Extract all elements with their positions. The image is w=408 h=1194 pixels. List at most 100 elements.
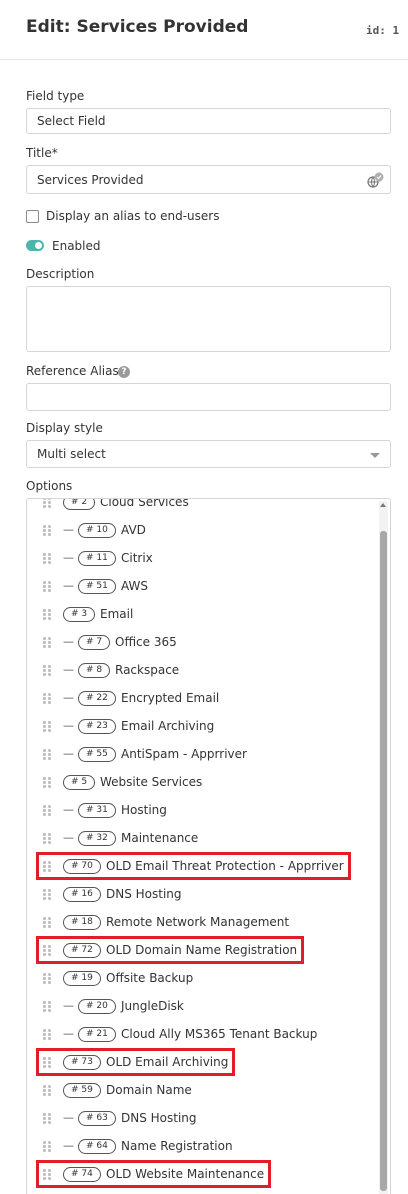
drag-handle-icon[interactable]	[43, 749, 53, 760]
option-label: Website Services	[100, 775, 203, 789]
options-list[interactable]: # 2 Cloud Services — # 10 AVD — # 11 Citrix — # 5…	[26, 498, 391, 1194]
drag-handle-icon[interactable]	[43, 721, 53, 732]
option-item[interactable]: # 73 OLD Email Archiving	[27, 1048, 379, 1076]
drag-handle-icon[interactable]	[43, 1085, 53, 1096]
option-item[interactable]: # 16 DNS Hosting	[27, 880, 379, 908]
drag-handle-icon[interactable]	[43, 609, 53, 620]
drag-handle-icon[interactable]	[43, 665, 53, 676]
option-id-badge: # 51	[78, 579, 116, 594]
option-label: Citrix	[121, 551, 153, 565]
option-item[interactable]: — # 22 Encrypted Email	[27, 684, 379, 712]
drag-handle-icon[interactable]	[43, 1029, 53, 1040]
field-type-input[interactable]: Select Field	[26, 108, 391, 134]
scrollbar-thumb[interactable]	[380, 531, 387, 1191]
drag-handle-icon[interactable]	[43, 499, 53, 508]
description-textarea[interactable]	[26, 286, 391, 352]
option-label: AVD	[121, 523, 146, 537]
option-item[interactable]: # 5 Website Services	[27, 768, 379, 796]
title-input[interactable]: Services Provided	[26, 165, 391, 194]
translate-globe-icon[interactable]	[366, 171, 384, 189]
option-item[interactable]: — # 8 Rackspace	[27, 656, 379, 684]
option-item[interactable]: # 74 OLD Website Maintenance	[27, 1160, 379, 1188]
option-item[interactable]: # 72 OLD Domain Name Registration	[27, 936, 379, 964]
option-item[interactable]: # 18 Remote Network Management	[27, 908, 379, 936]
option-item[interactable]: — # 20 JungleDisk	[27, 992, 379, 1020]
child-indent-dash: —	[63, 579, 74, 592]
option-label: DNS Hosting	[106, 887, 182, 901]
option-item[interactable]: — # 7 Office 365	[27, 628, 379, 656]
option-item[interactable]: # 3 Email	[27, 600, 379, 628]
option-item[interactable]: — # 51 AWS	[27, 572, 379, 600]
display-style-select[interactable]: Multi select	[26, 440, 391, 468]
scroll-up-arrow-icon[interactable]	[380, 503, 386, 507]
reference-alias-label: Reference Alias	[26, 364, 119, 378]
highlight-frame	[36, 936, 304, 964]
option-item[interactable]: — # 63 DNS Hosting	[27, 1104, 379, 1132]
option-item[interactable]: — # 55 AntiSpam - Apprriver	[27, 740, 379, 768]
title-value: Services Provided	[37, 172, 144, 187]
drag-handle-icon[interactable]	[43, 581, 53, 592]
alias-label: Display an alias to end-users	[46, 209, 220, 223]
option-id-badge: # 8	[78, 663, 111, 678]
drag-handle-icon[interactable]	[43, 973, 53, 984]
option-label: Cloud Ally MS365 Tenant Backup	[121, 1027, 318, 1041]
option-label: Domain Name	[106, 1083, 192, 1097]
drag-handle-icon[interactable]	[43, 525, 53, 536]
child-indent-dash: —	[63, 1027, 74, 1040]
child-indent-dash: —	[63, 1111, 74, 1124]
option-label: Cloud Services	[100, 498, 189, 509]
drag-handle-icon[interactable]	[43, 1113, 53, 1124]
drag-handle-icon[interactable]	[43, 693, 53, 704]
chevron-down-icon	[370, 453, 380, 458]
option-item[interactable]: — # 32 Maintenance	[27, 824, 379, 852]
option-item[interactable]: — # 31 Hosting	[27, 796, 379, 824]
child-indent-dash: —	[63, 803, 74, 816]
child-indent-dash: —	[63, 523, 74, 536]
option-id-badge: # 32	[78, 831, 116, 846]
option-label: AntiSpam - Apprriver	[121, 747, 247, 761]
page-header: Edit: Services Provided id: 1	[0, 0, 408, 60]
enabled-label: Enabled	[52, 239, 101, 253]
option-id-badge: # 23	[78, 719, 116, 734]
option-id-badge: # 59	[63, 1083, 101, 1098]
child-indent-dash: —	[63, 691, 74, 704]
option-id-badge: # 55	[78, 747, 116, 762]
option-item[interactable]: — # 64 Name Registration	[27, 1132, 379, 1160]
description-label: Description	[26, 267, 95, 281]
child-indent-dash: —	[63, 719, 74, 732]
drag-handle-icon[interactable]	[43, 1141, 53, 1152]
drag-handle-icon[interactable]	[43, 833, 53, 844]
option-item[interactable]: # 2 Cloud Services	[27, 498, 379, 516]
option-label: Encrypted Email	[121, 691, 220, 705]
enabled-toggle[interactable]	[26, 240, 44, 251]
child-indent-dash: —	[63, 1139, 74, 1152]
page-title: Edit: Services Provided	[26, 17, 249, 37]
option-label: Maintenance	[121, 831, 199, 845]
drag-handle-icon[interactable]	[43, 637, 53, 648]
option-item[interactable]: — # 23 Email Archiving	[27, 712, 379, 740]
option-label: Offsite Backup	[106, 971, 194, 985]
option-item[interactable]: # 19 Offsite Backup	[27, 964, 379, 992]
child-indent-dash: —	[63, 635, 74, 648]
option-item[interactable]: # 70 OLD Email Threat Protection - Apprri…	[27, 852, 379, 880]
child-indent-dash: —	[63, 663, 74, 676]
option-item[interactable]: — # 21 Cloud Ally MS365 Tenant Backup	[27, 1020, 379, 1048]
option-label: Remote Network Management	[106, 915, 290, 929]
option-id-badge: # 21	[78, 1027, 116, 1042]
drag-handle-icon[interactable]	[43, 553, 53, 564]
drag-handle-icon[interactable]	[43, 917, 53, 928]
option-label: JungleDisk	[121, 999, 184, 1013]
alias-checkbox[interactable]	[26, 210, 39, 223]
reference-alias-input[interactable]	[26, 383, 391, 411]
option-item[interactable]: — # 11 Citrix	[27, 544, 379, 572]
drag-handle-icon[interactable]	[43, 805, 53, 816]
option-id-badge: # 31	[78, 803, 116, 818]
drag-handle-icon[interactable]	[43, 1001, 53, 1012]
drag-handle-icon[interactable]	[43, 777, 53, 788]
option-item[interactable]: — # 10 AVD	[27, 516, 379, 544]
scrollbar[interactable]	[379, 501, 388, 1194]
drag-handle-icon[interactable]	[43, 889, 53, 900]
help-icon[interactable]: ?	[118, 366, 130, 378]
option-item[interactable]: # 59 Domain Name	[27, 1076, 379, 1104]
option-label: Rackspace	[115, 663, 180, 677]
